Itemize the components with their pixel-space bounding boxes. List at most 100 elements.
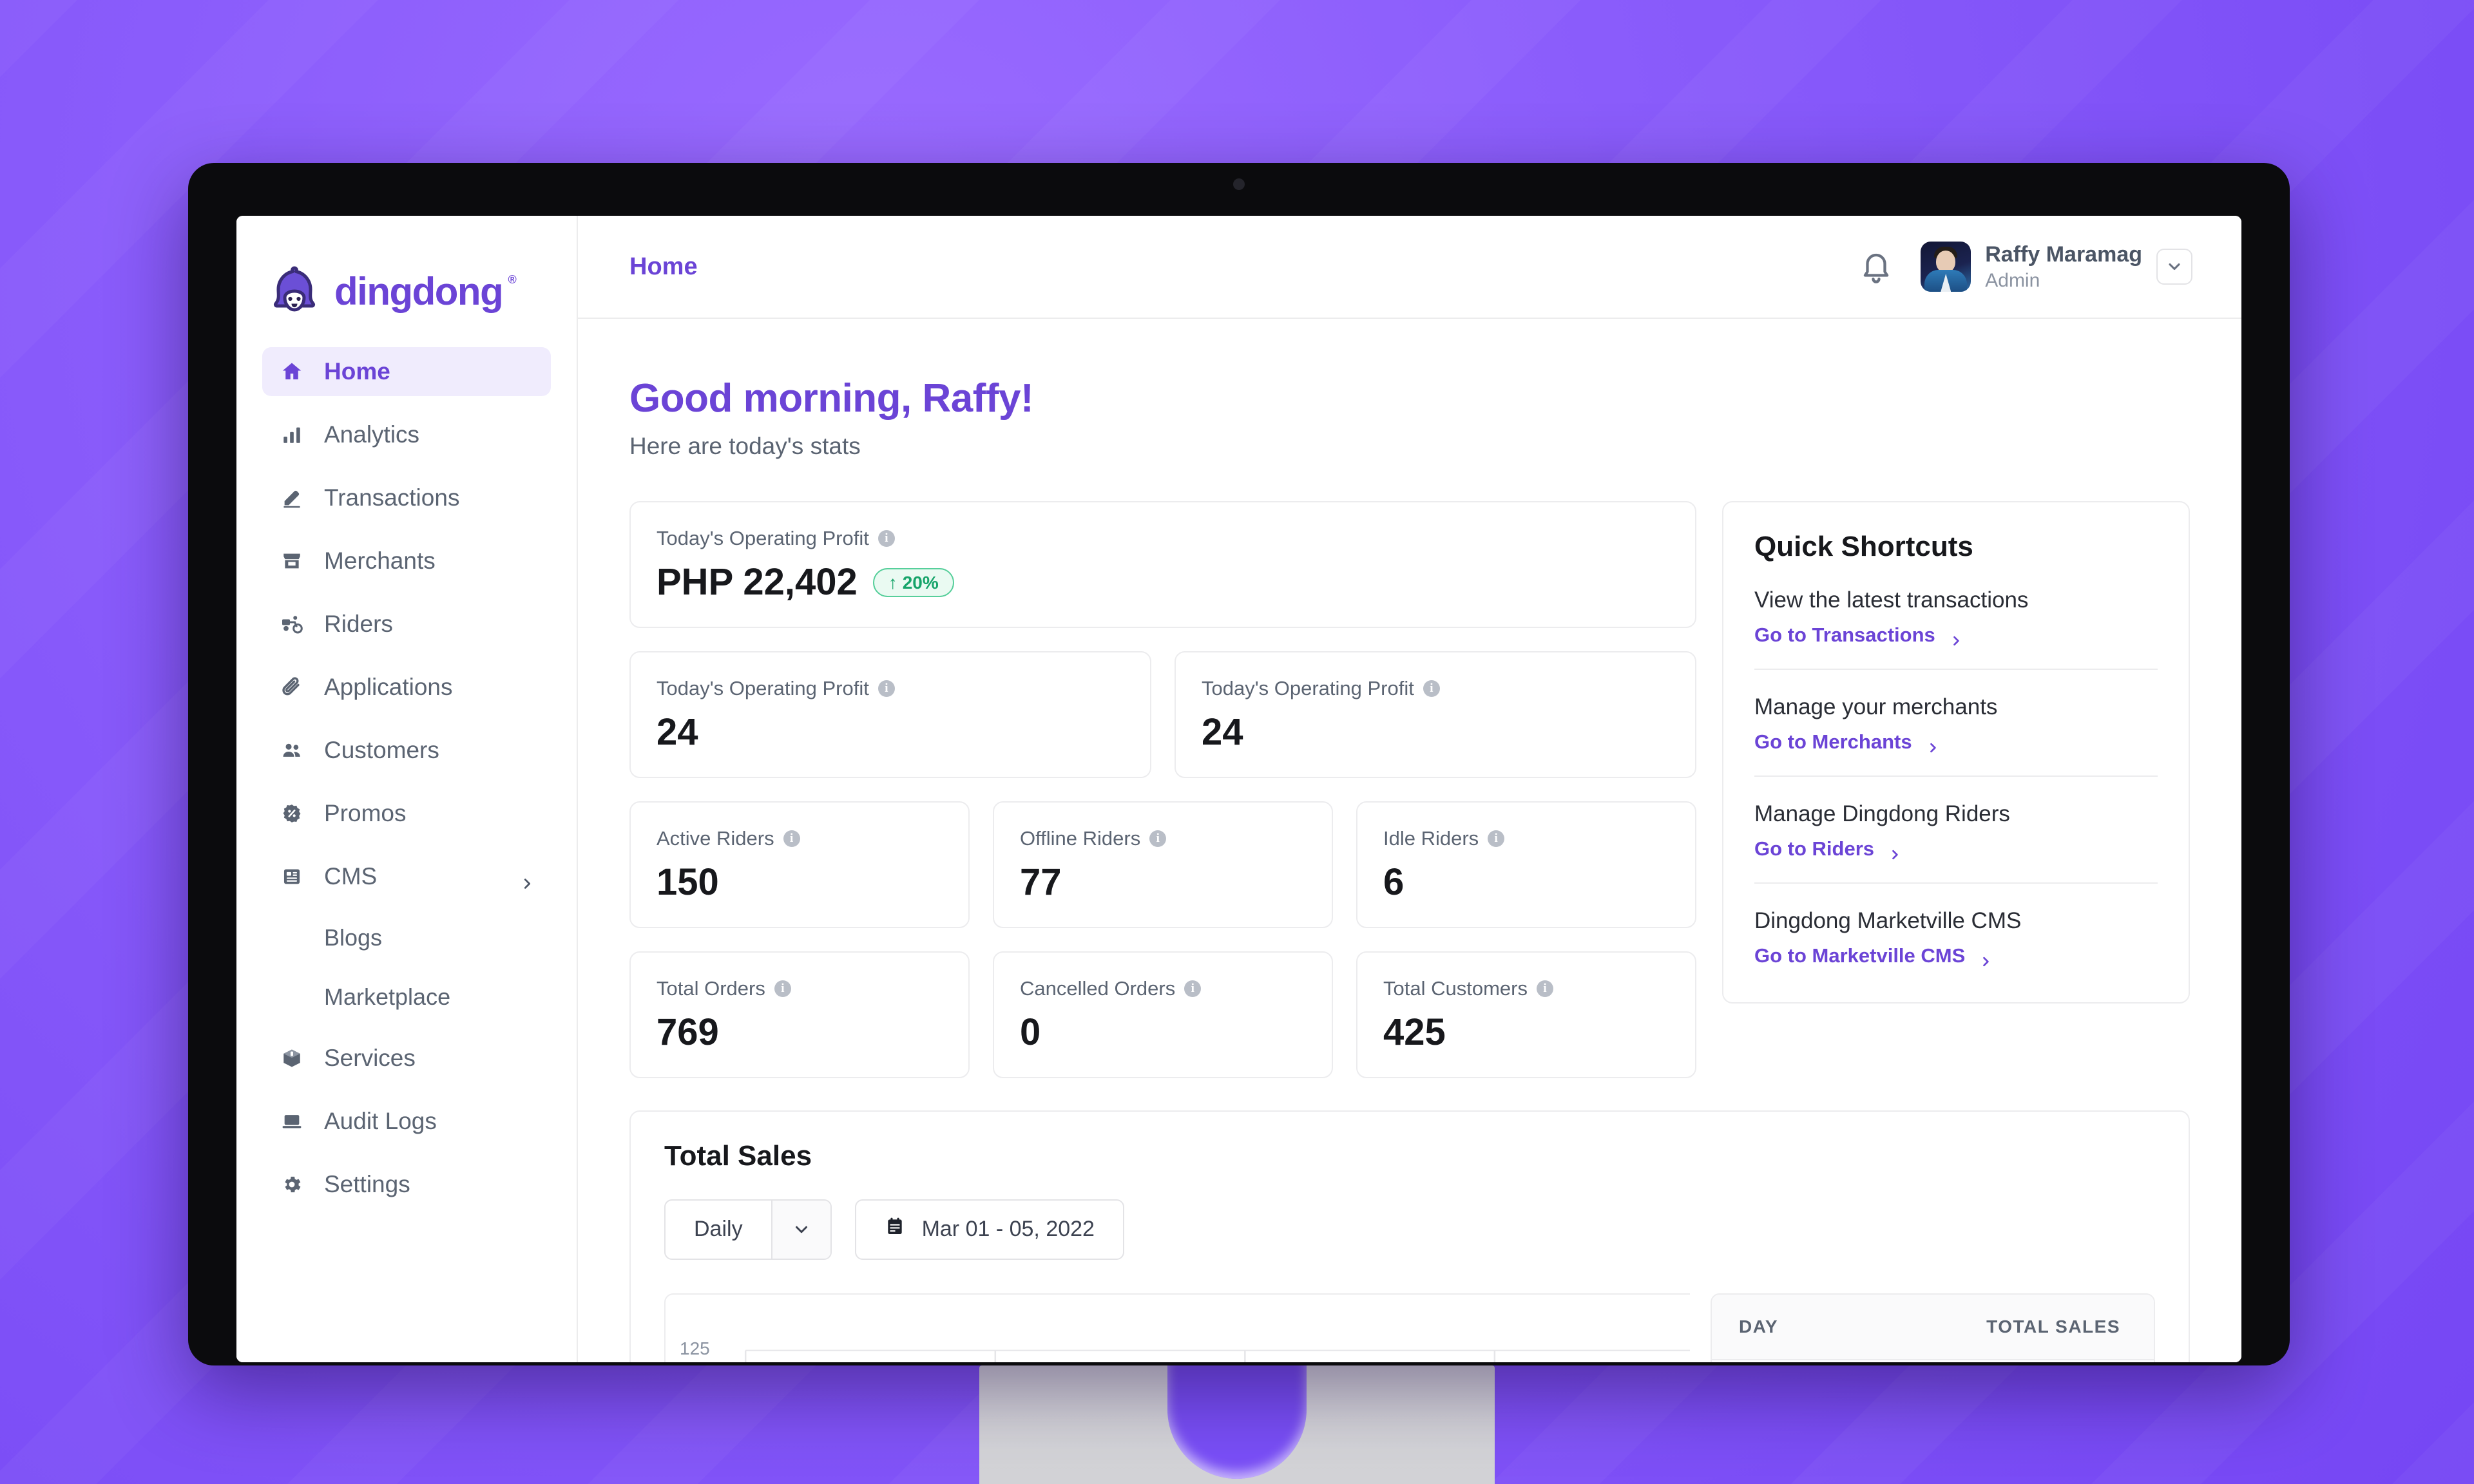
- sidebar-item-home[interactable]: Home: [262, 347, 551, 396]
- info-icon[interactable]: i: [1423, 680, 1440, 697]
- stat-value: 769: [657, 1011, 719, 1053]
- info-icon[interactable]: i: [877, 680, 895, 697]
- sidebar-item-transactions[interactable]: Transactions: [262, 473, 551, 522]
- stat-value: 6: [1383, 861, 1405, 903]
- shortcut-marketville-cms: Dingdong Marketville CMS Go to Marketvil…: [1754, 884, 2158, 974]
- date-range-picker[interactable]: Mar 01 - 05, 2022: [854, 1199, 1124, 1260]
- info-icon[interactable]: i: [1536, 980, 1553, 997]
- stat-label: Total Orders: [657, 976, 765, 1000]
- sidebar-item-label: Settings: [324, 1171, 410, 1197]
- sales-controls: Daily Mar 01 - 05, 2022: [664, 1199, 2155, 1260]
- paperclip-icon: [279, 674, 305, 700]
- stat-card-operating-profit-b: Today's Operating Profit i 24: [1175, 651, 1696, 778]
- chevron-down-icon[interactable]: [2156, 249, 2192, 285]
- stats-column: Today's Operating Profit i PHP 22,402 ↑ …: [629, 501, 1696, 1078]
- stat-label-row: Total Orders i: [657, 977, 943, 1000]
- motorbike-icon: [279, 611, 305, 637]
- date-range-value: Mar 01 - 05, 2022: [921, 1217, 1095, 1242]
- table-header-total-sales: TOTAL SALES: [1986, 1316, 2121, 1337]
- stat-label: Active Riders: [657, 826, 774, 850]
- discount-icon: [279, 801, 305, 826]
- user-menu[interactable]: Raffy Maramag Admin: [1921, 242, 2192, 292]
- sidebar-item-cms[interactable]: CMS: [262, 852, 551, 901]
- sidebar-item-label: Transactions: [324, 484, 460, 511]
- shortcut-link-label: Go to Transactions: [1754, 623, 1935, 646]
- shortcut-merchants: Manage your merchants Go to Merchants: [1754, 670, 2158, 777]
- sidebar-item-merchants[interactable]: Merchants: [262, 537, 551, 585]
- sidebar-item-audit-logs[interactable]: Audit Logs: [262, 1097, 551, 1146]
- sidebar-item-label: Analytics: [324, 421, 420, 448]
- total-sales-chart: 125: [664, 1293, 1690, 1362]
- panel-title: Quick Shortcuts: [1754, 531, 1973, 562]
- total-sales-table: DAY TOTAL SALES March 10, 2022 PHP 1,200: [1711, 1293, 2155, 1362]
- brand-logo[interactable]: dingdong ®: [236, 216, 577, 329]
- sidebar-item-riders[interactable]: Riders: [262, 600, 551, 649]
- storefront-icon: [279, 548, 305, 574]
- webcam-dot: [1233, 178, 1245, 190]
- sidebar-item-label: Customers: [324, 737, 439, 763]
- stat-value: 24: [1202, 710, 1243, 753]
- bell-icon[interactable]: [1859, 249, 1894, 284]
- shortcut-link-transactions[interactable]: Go to Transactions: [1754, 623, 2158, 647]
- info-icon[interactable]: i: [1184, 980, 1202, 997]
- stat-label-row: Today's Operating Profit i: [657, 527, 1669, 550]
- total-sales-panel: Total Sales Daily Mar 01 - 05, 2022 125 …: [629, 1110, 2190, 1362]
- stat-card-total-customers: Total Customers i 425: [1356, 951, 1696, 1078]
- shortcut-title: Manage Dingdong Riders: [1754, 801, 2010, 826]
- sidebar-item-promos[interactable]: Promos: [262, 789, 551, 838]
- stat-label-row: Today's Operating Profit i: [657, 677, 1124, 700]
- sidebar-nav: Home Analytics Transactions Merchants Ri…: [236, 329, 577, 1209]
- info-icon[interactable]: i: [1149, 830, 1167, 847]
- sidebar-item-label: Audit Logs: [324, 1108, 437, 1134]
- gear-icon: [279, 1172, 305, 1197]
- sidebar-item-settings[interactable]: Settings: [262, 1160, 551, 1209]
- sidebar-item-label: Applications: [324, 674, 453, 700]
- stat-label: Offline Riders: [1020, 826, 1141, 850]
- sidebar-item-applications[interactable]: Applications: [262, 663, 551, 712]
- article-icon: [279, 864, 305, 889]
- sidebar-item-label: Riders: [324, 611, 393, 637]
- stat-label-row: Total Customers i: [1383, 977, 1669, 1000]
- stat-value: 150: [657, 861, 719, 903]
- pencil-icon: [279, 485, 305, 511]
- stat-value: 0: [1020, 1011, 1041, 1053]
- shortcut-link-riders[interactable]: Go to Riders: [1754, 837, 2158, 861]
- bell-mascot-logo-icon: [265, 262, 324, 321]
- info-icon[interactable]: i: [783, 830, 800, 847]
- stat-row-2: Today's Operating Profit i 24 Today's Op…: [629, 651, 1696, 778]
- stat-label-row: Active Riders i: [657, 827, 943, 850]
- shortcut-link-merchants[interactable]: Go to Merchants: [1754, 730, 2158, 754]
- info-icon[interactable]: i: [1488, 830, 1505, 847]
- sidebar-item-label: Merchants: [324, 547, 436, 574]
- stat-card-cancelled-orders: Cancelled Orders i 0: [993, 951, 1333, 1078]
- stat-label: Today's Operating Profit: [1202, 676, 1414, 699]
- page-title: Good morning, Raffy!: [629, 376, 1034, 421]
- period-select[interactable]: Daily: [664, 1199, 832, 1260]
- monitor-stand-notch: [1167, 1363, 1307, 1479]
- monitor-frame: dingdong ® Home Analytics Transactions M…: [188, 163, 2290, 1365]
- sidebar-item-label: Promos: [324, 800, 407, 826]
- page-content: Good morning, Raffy! Here are today's st…: [578, 319, 2241, 1362]
- info-icon[interactable]: i: [877, 530, 895, 547]
- info-icon[interactable]: i: [774, 980, 791, 997]
- badge-value: 20%: [902, 572, 939, 593]
- sidebar-item-services[interactable]: Services: [262, 1034, 551, 1083]
- stat-card-active-riders: Active Riders i 150: [629, 801, 970, 928]
- stat-label: Total Customers: [1383, 976, 1528, 1000]
- sidebar-item-analytics[interactable]: Analytics: [262, 410, 551, 459]
- stat-label: Idle Riders: [1383, 826, 1479, 850]
- chevron-down-icon[interactable]: [771, 1200, 830, 1259]
- breadcrumb[interactable]: Home: [629, 253, 698, 281]
- stat-value: 24: [657, 710, 698, 753]
- sidebar-item-blogs[interactable]: Blogs: [262, 915, 551, 960]
- sidebar-item-customers[interactable]: Customers: [262, 726, 551, 775]
- sidebar-subitem-label: Marketplace: [324, 984, 451, 1010]
- shortcut-link-marketville-cms[interactable]: Go to Marketville CMS: [1754, 944, 2158, 967]
- stat-card-offline-riders: Offline Riders i 77: [993, 801, 1333, 928]
- sidebar-item-label: CMS: [324, 863, 378, 889]
- stat-label-row: Idle Riders i: [1383, 827, 1669, 850]
- status-badge: ↑ 20%: [872, 567, 954, 598]
- chart-ytick-label: 125: [680, 1338, 710, 1358]
- sidebar-item-marketplace[interactable]: Marketplace: [262, 975, 551, 1020]
- table-row[interactable]: March 10, 2022 PHP 1,200: [1712, 1360, 2154, 1362]
